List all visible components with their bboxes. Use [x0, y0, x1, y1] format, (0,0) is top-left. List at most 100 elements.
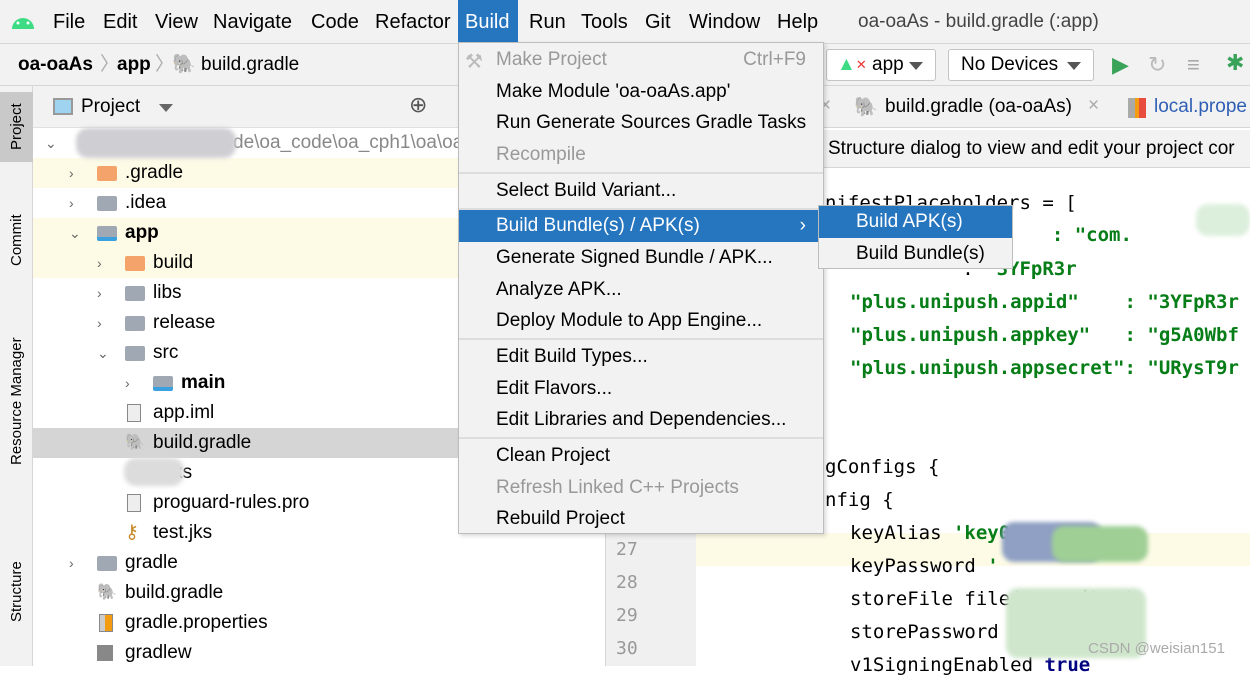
menu-item-build-bundle-s-apk-s[interactable]: Build Bundle(s) / APK(s) ›: [459, 210, 823, 242]
code-string: "g5A0Wbf: [1147, 324, 1239, 346]
apply-changes-icon[interactable]: ↻: [1148, 52, 1166, 78]
code-string: "com.: [1074, 224, 1132, 246]
menu-item-label: Edit Libraries and Dependencies...: [496, 409, 787, 430]
run-config-dropdown[interactable]: ▲✕ app: [826, 49, 936, 81]
chevron-down-icon[interactable]: ⌄: [69, 218, 81, 248]
menu-tools[interactable]: Tools: [574, 0, 635, 44]
chevron-right-icon[interactable]: ›: [97, 308, 102, 338]
menu-item-recompile: Recompile: [459, 139, 823, 171]
tree-item-label: main: [181, 372, 226, 393]
tool-tab-structure[interactable]: Structure: [0, 552, 33, 632]
code-text: nfig {: [825, 489, 894, 511]
menu-item-make-module-oa-oaas-app[interactable]: Make Module 'oa-oaAs.app': [459, 76, 823, 108]
tool-tab-project[interactable]: Project: [0, 92, 33, 162]
tab-build-gradle-project[interactable]: build.gradle (oa-oaAs): [885, 86, 1072, 128]
tab-local-properties[interactable]: local.prope: [1154, 86, 1247, 128]
chevron-down-icon[interactable]: ⌄: [45, 128, 57, 158]
code-line: nfig {: [825, 484, 894, 517]
menu-separator: [459, 208, 823, 210]
menu-refactor[interactable]: Refactor: [368, 0, 458, 44]
chevron-right-icon: ›: [799, 215, 806, 236]
tree-row[interactable]: gradlew: [33, 638, 606, 668]
breadcrumb-project[interactable]: oa-oaAs: [18, 44, 93, 86]
menu-item-build-bundle[interactable]: Build Bundle(s): [819, 238, 1012, 270]
properties-file-icon: [99, 614, 113, 632]
menu-file[interactable]: File: [46, 0, 92, 44]
menu-item-generate-signed-bundle-apk[interactable]: Generate Signed Bundle / APK...: [459, 242, 823, 274]
chevron-right-icon[interactable]: ›: [97, 278, 102, 308]
menu-item-run-generate-sources-gradle-tasks[interactable]: Run Generate Sources Gradle Tasks: [459, 107, 823, 139]
gradle-elephant-icon: 🐘: [125, 434, 145, 451]
breadcrumb-module[interactable]: app: [117, 44, 151, 86]
tree-item-label: gradle: [125, 552, 178, 573]
menu-item-select-build-variant[interactable]: Select Build Variant...: [459, 175, 823, 207]
tree-row[interactable]: › gradle: [33, 548, 606, 578]
code-text: storeFile file(: [850, 588, 1022, 610]
tool-tab-commit[interactable]: Commit: [0, 204, 33, 276]
code-line: keyAlias 'key0': [850, 517, 1022, 550]
gradle-elephant-icon: 🐘: [97, 584, 117, 601]
menu-view[interactable]: View: [148, 0, 205, 44]
tool-tab-resource-manager[interactable]: Resource Manager: [0, 326, 33, 476]
chevron-right-icon[interactable]: ›: [69, 158, 74, 188]
menu-item-deploy-module-to-app-engine[interactable]: Deploy Module to App Engine...: [459, 305, 823, 337]
code-text: "plus.unipush.appkey" :: [850, 324, 1148, 346]
device-dropdown[interactable]: No Devices: [948, 49, 1094, 81]
close-icon[interactable]: ×: [1088, 95, 1099, 117]
code-string: "URysT9r: [1147, 357, 1239, 379]
tree-item-label: gradlew: [125, 642, 192, 663]
code-line: "plus.unipush.appkey" : "g5A0Wbf: [850, 319, 1239, 352]
menu-code[interactable]: Code: [304, 0, 366, 44]
menu-separator: [459, 437, 823, 439]
menu-help[interactable]: Help: [770, 0, 825, 44]
debug-bug-icon[interactable]: ✱: [1226, 50, 1244, 76]
window-title: oa-oaAs - build.gradle (:app): [858, 11, 1099, 32]
breadcrumb-file[interactable]: build.gradle: [201, 44, 299, 86]
terminal-file-icon: [97, 645, 113, 661]
menu-navigate[interactable]: Navigate: [206, 0, 299, 44]
menu-item-clean-project[interactable]: Clean Project: [459, 440, 823, 472]
menu-window[interactable]: Window: [682, 0, 767, 44]
code-text: gConfigs {: [825, 456, 940, 478]
file-icon: [127, 494, 141, 512]
tree-item-label: app.iml: [153, 402, 215, 423]
tree-item-label: src: [153, 342, 179, 363]
tree-row[interactable]: gradle.properties: [33, 608, 606, 638]
menu-item-analyze-apk[interactable]: Analyze APK...: [459, 274, 823, 306]
chevron-right-icon[interactable]: ›: [69, 548, 74, 578]
apply-code-changes-icon[interactable]: ≡: [1187, 52, 1200, 78]
menu-separator: [459, 172, 823, 174]
folder-icon: [97, 166, 117, 181]
tree-row[interactable]: 🐘 build.gradle: [33, 578, 606, 608]
keystore-icon: ⚷: [125, 522, 139, 543]
menu-item-rebuild-project[interactable]: Rebuild Project: [459, 503, 823, 535]
menu-build[interactable]: Build: [458, 0, 518, 44]
menu-edit[interactable]: Edit: [96, 0, 144, 44]
chevron-down-icon[interactable]: [159, 104, 173, 112]
redaction-blur: [1196, 204, 1250, 236]
menu-item-edit-build-types[interactable]: Edit Build Types...: [459, 341, 823, 373]
menu-git[interactable]: Git: [638, 0, 678, 44]
tree-item-label: release: [153, 312, 216, 333]
chevron-right-icon[interactable]: ›: [69, 188, 74, 218]
tree-item-label: proguard-rules.pro: [153, 492, 310, 513]
folder-icon: [125, 346, 145, 361]
chevron-right-icon[interactable]: ›: [97, 248, 102, 278]
line-number: 29: [616, 605, 638, 626]
code-text: keyAlias: [850, 522, 953, 544]
menu-item-label: Rebuild Project: [496, 508, 625, 529]
folder-icon: [153, 376, 173, 391]
chevron-right-icon[interactable]: ›: [125, 368, 130, 398]
device-label: No Devices: [961, 54, 1059, 75]
android-error-icon: ▲✕: [837, 54, 867, 75]
code-line: storePassword ': [850, 616, 1022, 649]
menu-item-edit-flavors[interactable]: Edit Flavors...: [459, 373, 823, 405]
project-view-selector[interactable]: Project: [81, 86, 140, 128]
chevron-down-icon[interactable]: ⌄: [97, 338, 109, 368]
menu-run[interactable]: Run: [522, 0, 573, 44]
run-icon[interactable]: ▶: [1112, 52, 1129, 78]
menu-item-edit-libraries-and-dependencies[interactable]: Edit Libraries and Dependencies...: [459, 404, 823, 436]
tree-item-label: build.gradle: [125, 582, 224, 603]
menu-item-build-apk[interactable]: Build APK(s): [819, 206, 1012, 238]
locate-crosshair-icon[interactable]: ⊕: [409, 92, 427, 118]
